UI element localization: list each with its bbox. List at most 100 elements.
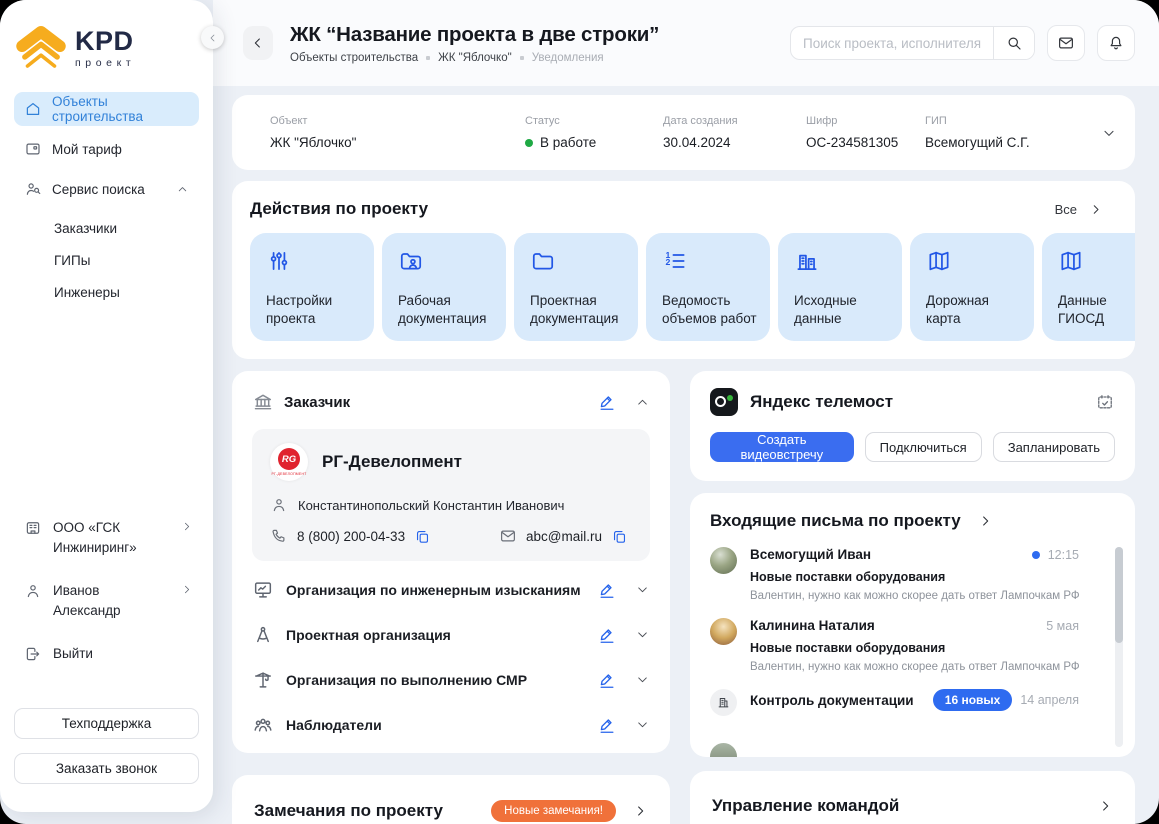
action-card-working-docs[interactable]: Рабочая документация bbox=[382, 233, 506, 341]
search-button[interactable] bbox=[994, 27, 1034, 59]
expand-section-button[interactable] bbox=[635, 582, 650, 597]
section-survey-org[interactable]: Организация по инженерным изысканиям bbox=[252, 567, 650, 612]
customer-contacts-row: 8 (800) 200-04-33 abc@mail.ru bbox=[270, 527, 632, 545]
team-title: Управление командой bbox=[712, 796, 899, 816]
sidebar-subitem-engineers[interactable]: Инженеры bbox=[14, 276, 199, 308]
search-input[interactable] bbox=[791, 36, 993, 51]
copy-phone-button[interactable] bbox=[414, 528, 431, 545]
join-meeting-button[interactable]: Подключиться bbox=[865, 432, 982, 462]
breadcrumb-item-current: Уведомления bbox=[532, 52, 604, 64]
chevron-right-icon bbox=[977, 513, 993, 529]
info-field-created: Дата создания 30.04.2024 bbox=[663, 115, 806, 150]
customer-email[interactable]: abc@mail.ru bbox=[526, 529, 602, 544]
edit-section-button[interactable] bbox=[597, 625, 617, 645]
notifications-button[interactable] bbox=[1097, 25, 1135, 61]
mail-subject: Новые поставки оборудования bbox=[750, 570, 1079, 584]
sidebar-item-my-tariff[interactable]: Мой тариф bbox=[14, 132, 199, 166]
schedule-meeting-button[interactable]: Запланировать bbox=[993, 432, 1115, 462]
logo-title: KPD bbox=[75, 28, 135, 55]
remarks-title: Замечания по проекту bbox=[254, 801, 443, 821]
expand-section-button[interactable] bbox=[635, 717, 650, 732]
calendar-check-button[interactable] bbox=[1095, 392, 1115, 412]
action-card-volumes[interactable]: 12 Ведомость объемов работ bbox=[646, 233, 770, 341]
map-icon bbox=[1058, 248, 1135, 274]
pencil-icon bbox=[597, 580, 617, 600]
team-card[interactable]: Управление командой bbox=[690, 771, 1135, 824]
unread-dot bbox=[1032, 551, 1040, 559]
mail-item[interactable]: Калинина Наталия 5 мая Новые поставки об… bbox=[710, 618, 1079, 673]
back-button[interactable] bbox=[243, 26, 273, 60]
open-team-button[interactable] bbox=[1097, 798, 1113, 814]
customer-logo-caption: РГ-ДЕВЕЛОПМЕНТ bbox=[271, 472, 306, 476]
sidebar-item-label: Объекты строительства bbox=[52, 94, 189, 124]
actions-header: Действия по проекту Все bbox=[250, 199, 1135, 219]
sidebar-item-construction-objects[interactable]: Объекты строительства bbox=[14, 92, 199, 126]
project-actions-card: Действия по проекту Все Настройки проект… bbox=[232, 181, 1135, 359]
info-expand-button[interactable] bbox=[1097, 121, 1121, 145]
sidebar-item-search-service[interactable]: Сервис поиска bbox=[14, 172, 199, 206]
sidebar-company-label: ООО «ГСК Инжиниринг» bbox=[53, 518, 169, 557]
sidebar-collapse-button[interactable] bbox=[201, 26, 224, 49]
create-meeting-button[interactable]: Создать видеовстречу bbox=[710, 432, 854, 462]
action-card-roadmap[interactable]: Дорожная карта bbox=[910, 233, 1034, 341]
phone-group: 8 (800) 200-04-33 bbox=[270, 527, 431, 545]
sidebar-subitem-customers[interactable]: Заказчики bbox=[14, 212, 199, 244]
info-value: ОС-234581305 bbox=[806, 135, 925, 150]
organization-sections: Организация по инженерным изысканиям Про… bbox=[252, 567, 650, 747]
collapse-customer-button[interactable] bbox=[635, 395, 650, 410]
company-badge-icon bbox=[24, 519, 42, 537]
edit-section-button[interactable] bbox=[597, 715, 617, 735]
expand-section-button[interactable] bbox=[635, 672, 650, 687]
mail-button[interactable] bbox=[1047, 25, 1085, 61]
customer-contact-person: Константинопольский Константин Иванович bbox=[270, 496, 632, 514]
mail-item[interactable]: Контроль документации 16 новых 14 апреля bbox=[710, 689, 1079, 716]
pencil-icon bbox=[597, 625, 617, 645]
telemost-camera-icon bbox=[710, 388, 738, 416]
expand-section-button[interactable] bbox=[635, 627, 650, 642]
person-search-icon bbox=[24, 180, 42, 198]
breadcrumb-item[interactable]: ЖК "Яблочко" bbox=[438, 52, 512, 64]
folder-icon bbox=[530, 248, 626, 274]
sidebar-company-item[interactable]: ООО «ГСК Инжиниринг» bbox=[0, 518, 213, 557]
chevron-up-icon bbox=[635, 395, 650, 410]
remarks-card[interactable]: Замечания по проекту Новые замечания! bbox=[232, 775, 670, 824]
scrollbar-thumb[interactable] bbox=[1115, 547, 1123, 643]
customer-phone[interactable]: 8 (800) 200-04-33 bbox=[297, 529, 405, 544]
order-call-button[interactable]: Заказать звонок bbox=[14, 753, 199, 784]
action-card-project-docs[interactable]: Проектная документация bbox=[514, 233, 638, 341]
info-field-object: Объект ЖК "Яблочко" bbox=[270, 115, 525, 150]
action-card-settings[interactable]: Настройки проекта bbox=[250, 233, 374, 341]
mail-item[interactable]: Всемогущий Иван 12:15 Новые поставки обо… bbox=[710, 547, 1079, 602]
breadcrumb-item[interactable]: Объекты строительства bbox=[290, 52, 418, 64]
action-card-label: Исходные данные bbox=[794, 292, 890, 328]
camera-lens bbox=[715, 396, 726, 407]
section-design-org[interactable]: Проектная организация bbox=[252, 612, 650, 657]
open-remarks-button[interactable] bbox=[632, 803, 648, 819]
see-all-label: Все bbox=[1055, 202, 1077, 217]
edit-section-button[interactable] bbox=[597, 580, 617, 600]
edit-section-button[interactable] bbox=[597, 670, 617, 690]
action-card-giosd[interactable]: Данные ГИОСД bbox=[1042, 233, 1135, 341]
actions-title: Действия по проекту bbox=[250, 199, 428, 219]
section-observers[interactable]: Наблюдатели bbox=[252, 702, 650, 747]
sidebar-user-item[interactable]: Иванов Александр bbox=[0, 581, 213, 620]
copy-email-button[interactable] bbox=[611, 528, 628, 545]
sidebar-nav: Объекты строительства Мой тариф Сервис п… bbox=[0, 92, 213, 308]
sidebar-logout-item[interactable]: Выйти bbox=[0, 644, 213, 664]
chevron-down-icon bbox=[635, 672, 650, 687]
customer-logo-monogram: RG bbox=[278, 448, 300, 470]
bell-icon bbox=[1107, 34, 1125, 52]
action-card-source-data[interactable]: Исходные данные bbox=[778, 233, 902, 341]
header-actions bbox=[790, 25, 1135, 61]
edit-customer-button[interactable] bbox=[597, 392, 617, 412]
see-all-link[interactable]: Все bbox=[1055, 202, 1103, 217]
sidebar-subitem-gips[interactable]: ГИПы bbox=[14, 244, 199, 276]
inbox-scrollbar[interactable] bbox=[1115, 547, 1123, 747]
support-button[interactable]: Техподдержка bbox=[14, 708, 199, 739]
open-inbox-button[interactable] bbox=[977, 513, 993, 529]
chevron-right-icon bbox=[180, 520, 193, 533]
chevron-left-icon bbox=[250, 35, 266, 51]
person-icon bbox=[24, 582, 42, 600]
section-smr-org[interactable]: Организация по выполнению СМР bbox=[252, 657, 650, 702]
page-title: ЖК “Название проекта в две строки” bbox=[290, 23, 659, 47]
